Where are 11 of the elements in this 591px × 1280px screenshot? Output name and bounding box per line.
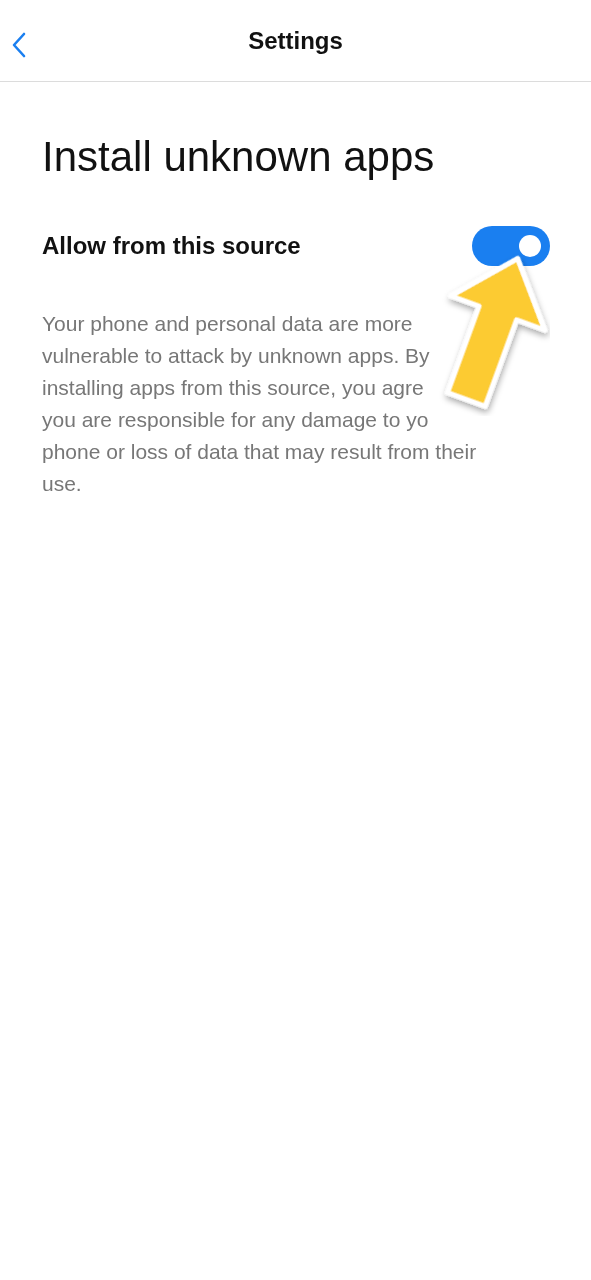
description-line: phone or loss of data that may result from their [42, 439, 477, 465]
chevron-left-icon [12, 32, 26, 58]
toggle-switch[interactable] [472, 226, 550, 266]
description-line: Your phone and personal data are more [42, 311, 413, 337]
description-line: installing apps from this source, you agre [42, 375, 424, 401]
description-line: you are responsible for any damage to yo [42, 407, 429, 433]
setting-label: Allow from this source [42, 232, 301, 260]
page-title: Install unknown apps [42, 132, 436, 182]
description-line: vulnerable to attack by unknown apps. By [42, 343, 430, 369]
header-title: Settings [248, 26, 343, 55]
description-line: use. [42, 471, 82, 497]
